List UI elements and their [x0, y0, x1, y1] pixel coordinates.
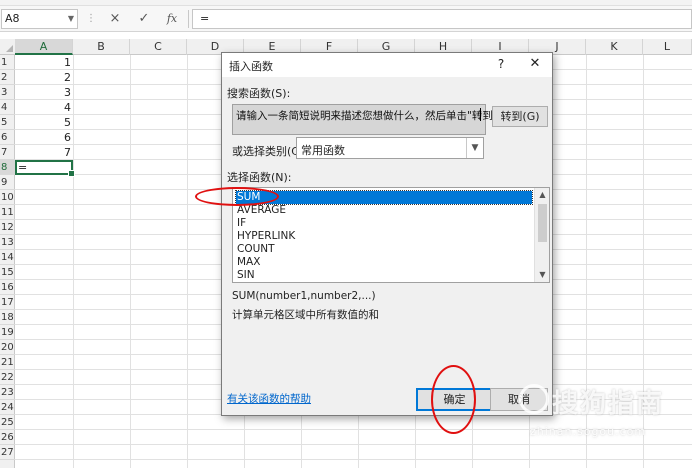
chevron-down-icon[interactable]: ▼ [466, 138, 483, 158]
function-description: 计算单元格区域中所有数值的和 [232, 309, 379, 321]
column-l-header[interactable]: L [643, 39, 692, 55]
row-9-header[interactable]: 9 [0, 175, 15, 190]
column-k-header[interactable]: K [586, 39, 643, 55]
row-6-header[interactable]: 6 [0, 130, 15, 145]
active-cell-a8[interactable]: = [15, 160, 75, 177]
insert-function-icon[interactable]: fx [161, 10, 183, 28]
gridline [130, 55, 131, 468]
row-26-header[interactable]: 26 [0, 430, 15, 445]
dialog-titlebar[interactable]: 插入函数 ? ✕ [222, 53, 552, 77]
row-4-header[interactable]: 4 [0, 100, 15, 115]
annotation-ring-sum [195, 187, 279, 206]
row-14-header[interactable]: 14 [0, 250, 15, 265]
dialog-title: 插入函数 [229, 60, 273, 73]
cell-a5[interactable]: 5 [15, 115, 73, 130]
close-icon[interactable]: ✕ [527, 56, 543, 71]
function-item-average[interactable]: AVERAGE [236, 204, 532, 217]
row-8-header[interactable]: 8 [0, 160, 15, 175]
watermark-logo-icon [519, 384, 549, 414]
cancel-entry-icon[interactable]: × [104, 10, 126, 28]
category-value: 常用函数 [301, 144, 345, 157]
search-input-text: 请输入一条简短说明来描述您想做什么，然后单击"转到" [236, 110, 498, 122]
enter-check-icon[interactable]: ✓ [133, 10, 155, 28]
row-22-header[interactable]: 22 [0, 370, 15, 385]
row-20-header[interactable]: 20 [0, 340, 15, 355]
cell-a1[interactable]: 1 [15, 55, 73, 70]
row-24-header[interactable]: 24 [0, 400, 15, 415]
category-select[interactable]: 常用函数 ▼ [296, 137, 484, 159]
row-12-header[interactable]: 12 [0, 220, 15, 235]
cell-a2[interactable]: 2 [15, 70, 73, 85]
function-item-count[interactable]: COUNT [236, 243, 532, 256]
row-2-header[interactable]: 2 [0, 70, 15, 85]
gridline [187, 55, 188, 468]
function-list-label: 选择函数(N): [227, 171, 292, 184]
cell-a7[interactable]: 7 [15, 145, 73, 160]
help-icon[interactable]: ? [494, 57, 508, 71]
name-box-value: A8 [5, 12, 20, 25]
more-options-icon[interactable]: ⋮ [84, 10, 98, 28]
row-11-header[interactable]: 11 [0, 205, 15, 220]
row-10-header[interactable]: 10 [0, 190, 15, 205]
row-25-header[interactable]: 25 [0, 415, 15, 430]
row-header: 1 2 3 4 5 6 7 8 9 10 11 12 13 14 15 16 1… [0, 55, 15, 468]
function-syntax: SUM(number1,number2,...) [232, 290, 376, 302]
row-5-header[interactable]: 5 [0, 115, 15, 130]
row-23-header[interactable]: 23 [0, 385, 15, 400]
row-18-header[interactable]: 18 [0, 310, 15, 325]
function-list-scrollbar[interactable]: ▲ ▼ [534, 188, 549, 282]
chevron-up-icon[interactable]: ▲ [535, 188, 549, 202]
scrollbar-thumb[interactable] [538, 204, 547, 242]
select-all-corner[interactable] [0, 39, 15, 54]
name-box[interactable]: A8 ▼ [1, 9, 78, 29]
formula-input[interactable]: = [192, 9, 692, 29]
column-a-header[interactable]: A [15, 39, 73, 55]
annotation-ring-ok [431, 365, 476, 434]
divider [188, 10, 189, 28]
row-7-header[interactable]: 7 [0, 145, 15, 160]
row-15-header[interactable]: 15 [0, 265, 15, 280]
search-function-input[interactable]: 请输入一条简短说明来描述您想做什么，然后单击"转到" [232, 104, 498, 135]
row-21-header[interactable]: 21 [0, 355, 15, 370]
cell-a6[interactable]: 6 [15, 130, 73, 145]
row-13-header[interactable]: 13 [0, 235, 15, 250]
row-17-header[interactable]: 17 [0, 295, 15, 310]
watermark-url: zhinan.sogou.com [530, 425, 647, 438]
cell-a4[interactable]: 4 [15, 100, 73, 115]
row-19-header[interactable]: 19 [0, 325, 15, 340]
column-b-header[interactable]: B [73, 39, 130, 55]
goto-button[interactable]: 转到(G) [492, 106, 548, 127]
text-caret [480, 108, 481, 121]
function-item-sin[interactable]: SIN [236, 269, 532, 282]
watermark-text: 搜狗指南 [552, 389, 665, 419]
function-item-if[interactable]: IF [236, 217, 532, 230]
chevron-down-icon[interactable]: ▼ [68, 10, 74, 28]
row-3-header[interactable]: 3 [0, 85, 15, 100]
chevron-down-icon[interactable]: ▼ [535, 268, 549, 282]
function-item-sum[interactable]: SUM [235, 190, 533, 205]
gridline [73, 55, 74, 468]
function-list[interactable]: SUM AVERAGE IF HYPERLINK COUNT MAX SIN ▲… [232, 187, 550, 283]
function-item-hyperlink[interactable]: HYPERLINK [236, 230, 532, 243]
column-c-header[interactable]: C [130, 39, 187, 55]
row-1-header[interactable]: 1 [0, 55, 15, 70]
insert-function-dialog: 插入函数 ? ✕ 搜索函数(S): 请输入一条简短说明来描述您想做什么，然后单击… [221, 52, 553, 416]
row-16-header[interactable]: 16 [0, 280, 15, 295]
row-27-header[interactable]: 27 [0, 445, 15, 460]
formula-bar: A8 ▼ ⋮ × ✓ fx = [0, 6, 692, 32]
function-help-link[interactable]: 有关该函数的帮助 [227, 391, 311, 406]
function-item-max[interactable]: MAX [236, 256, 532, 269]
search-label: 搜索函数(S): [227, 87, 291, 100]
cell-a3[interactable]: 3 [15, 85, 73, 100]
